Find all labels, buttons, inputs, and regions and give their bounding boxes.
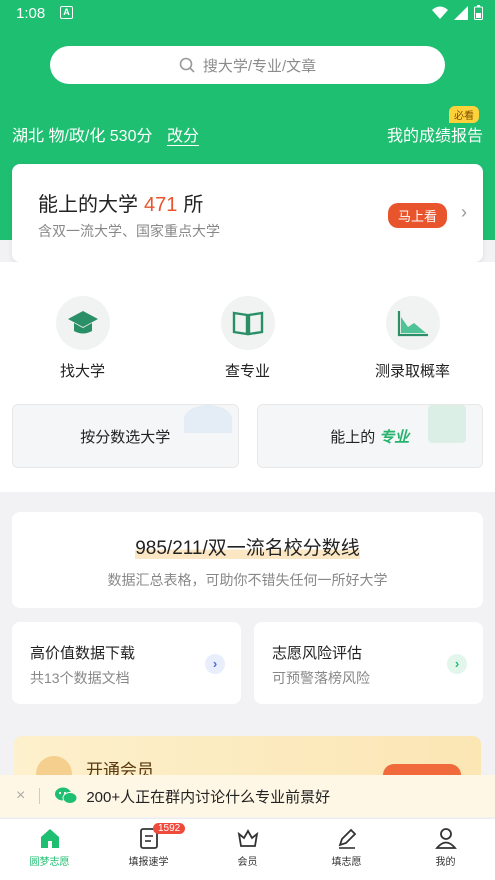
score-line-card[interactable]: 985/211/双一流名校分数线 数据汇总表格，可助你不错失任何一所好大学 bbox=[12, 512, 483, 608]
tab-label: 填志愿 bbox=[331, 857, 362, 868]
eligible-universities-card[interactable]: 能上的大学 471 所 含双一流大学、国家重点大学 马上看 › bbox=[12, 164, 483, 262]
user-icon bbox=[434, 828, 457, 849]
data-download-title: 高价值数据下载 bbox=[30, 645, 136, 662]
search-icon bbox=[179, 57, 195, 73]
search-bar[interactable]: 搜大学/专业/文章 bbox=[50, 46, 445, 84]
signal-icon bbox=[454, 5, 468, 20]
tab-profile[interactable]: 我的 bbox=[396, 819, 495, 880]
notice-text: 200+人正在群内讨论什么专业前景好 bbox=[86, 788, 331, 806]
select-by-score-button[interactable]: 按分数选大学 bbox=[12, 404, 239, 468]
book-decoration bbox=[428, 405, 466, 443]
pen-icon bbox=[338, 828, 356, 849]
tool-check-major[interactable]: 查专业 bbox=[165, 296, 330, 381]
tab-label: 我的 bbox=[435, 857, 456, 868]
group-notice-bar[interactable]: × 200+人正在群内讨论什么专业前景好 bbox=[0, 775, 495, 817]
data-download-card[interactable]: 高价值数据下载 共13个数据文档 › bbox=[12, 622, 241, 704]
tool-label: 找大学 bbox=[59, 363, 105, 380]
profile-summary: 湖北 物/政/化 530分 改分 bbox=[12, 122, 199, 146]
divider bbox=[39, 788, 41, 804]
tool-label: 查专业 bbox=[224, 363, 270, 380]
arrow-right-icon: › bbox=[205, 654, 225, 674]
graduation-cap-decoration bbox=[183, 405, 232, 433]
eligible-majors-highlight: 专业 bbox=[379, 428, 410, 446]
home-icon bbox=[40, 829, 59, 848]
tab-label: 圆梦志愿 bbox=[29, 857, 70, 868]
search-placeholder: 搜大学/专业/文章 bbox=[202, 57, 317, 75]
risk-assessment-card[interactable]: 志愿风险评估 可预警落榜风险 › bbox=[254, 622, 483, 704]
status-bar: 1:08 A bbox=[0, 0, 495, 28]
tab-vip[interactable]: 会员 bbox=[198, 819, 297, 880]
data-download-subtitle: 共13个数据文档 bbox=[30, 670, 130, 686]
bottom-tab-bar: 圆梦志愿 1592 填报速学 会员 填志愿 我的 bbox=[0, 818, 495, 880]
crown-icon bbox=[237, 829, 258, 847]
eligible-subtitle: 含双一流大学、国家重点大学 bbox=[38, 223, 220, 239]
tool-find-university[interactable]: 找大学 bbox=[0, 296, 165, 381]
eligible-title: 能上的大学 471 所 bbox=[38, 188, 203, 217]
tab-label: 会员 bbox=[237, 857, 258, 868]
wifi-icon bbox=[432, 6, 448, 19]
tool-label: 测录取概率 bbox=[374, 363, 450, 380]
app-notification-icon: A bbox=[60, 6, 73, 19]
eligible-count: 471 bbox=[144, 194, 178, 216]
risk-assessment-title: 志愿风险评估 bbox=[272, 645, 363, 662]
graduation-cap-icon bbox=[55, 296, 110, 350]
risk-assessment-subtitle: 可预警落榜风险 bbox=[272, 670, 370, 686]
score-line-title-text: 985/211/双一流名校分数线 bbox=[135, 538, 360, 559]
eligible-title-suffix: 所 bbox=[183, 194, 204, 216]
tab-label: 填报速学 bbox=[128, 857, 169, 868]
score-report-label: 我的成绩报告 bbox=[386, 128, 483, 145]
must-see-badge: 必看 bbox=[449, 106, 479, 123]
close-icon[interactable]: × bbox=[16, 787, 25, 805]
score-line-title: 985/211/双一流名校分数线 bbox=[12, 533, 483, 560]
book-icon bbox=[220, 296, 275, 350]
eligible-majors-button[interactable]: 能上的 专业 bbox=[256, 404, 483, 468]
chart-icon bbox=[385, 296, 440, 350]
tab-home[interactable]: 圆梦志愿 bbox=[0, 819, 99, 880]
profile-row: 湖北 物/政/化 530分 改分 必看 我的成绩报告 bbox=[12, 106, 483, 146]
change-score-link[interactable]: 改分 bbox=[167, 128, 199, 145]
chevron-right-icon: › bbox=[461, 202, 467, 222]
view-now-button[interactable]: 马上看 bbox=[387, 203, 447, 228]
profile-score-text: 湖北 物/政/化 530分 bbox=[12, 128, 153, 145]
tab-quick-learn[interactable]: 1592 填报速学 bbox=[99, 819, 198, 880]
wechat-icon bbox=[55, 787, 78, 804]
tab-fill-application[interactable]: 填志愿 bbox=[297, 819, 396, 880]
tool-grid: 找大学 查专业 测录取概率 bbox=[0, 296, 495, 381]
shortcut-row: 按分数选大学 能上的 专业 bbox=[12, 404, 483, 468]
notification-count-badge: 1592 bbox=[153, 823, 186, 834]
status-icons bbox=[432, 5, 483, 20]
arrow-right-icon: › bbox=[447, 654, 467, 674]
eligible-majors-prefix: 能上的 bbox=[330, 428, 376, 446]
eligible-title-prefix: 能上的大学 bbox=[38, 194, 138, 216]
score-line-subtitle: 数据汇总表格，可助你不错失任何一所好大学 bbox=[107, 572, 388, 588]
battery-icon bbox=[474, 5, 483, 20]
select-by-score-label: 按分数选大学 bbox=[80, 428, 171, 446]
status-time: 1:08 bbox=[16, 5, 46, 22]
tool-admission-probability[interactable]: 测录取概率 bbox=[330, 296, 495, 381]
score-report-link[interactable]: 必看 我的成绩报告 bbox=[386, 106, 483, 146]
